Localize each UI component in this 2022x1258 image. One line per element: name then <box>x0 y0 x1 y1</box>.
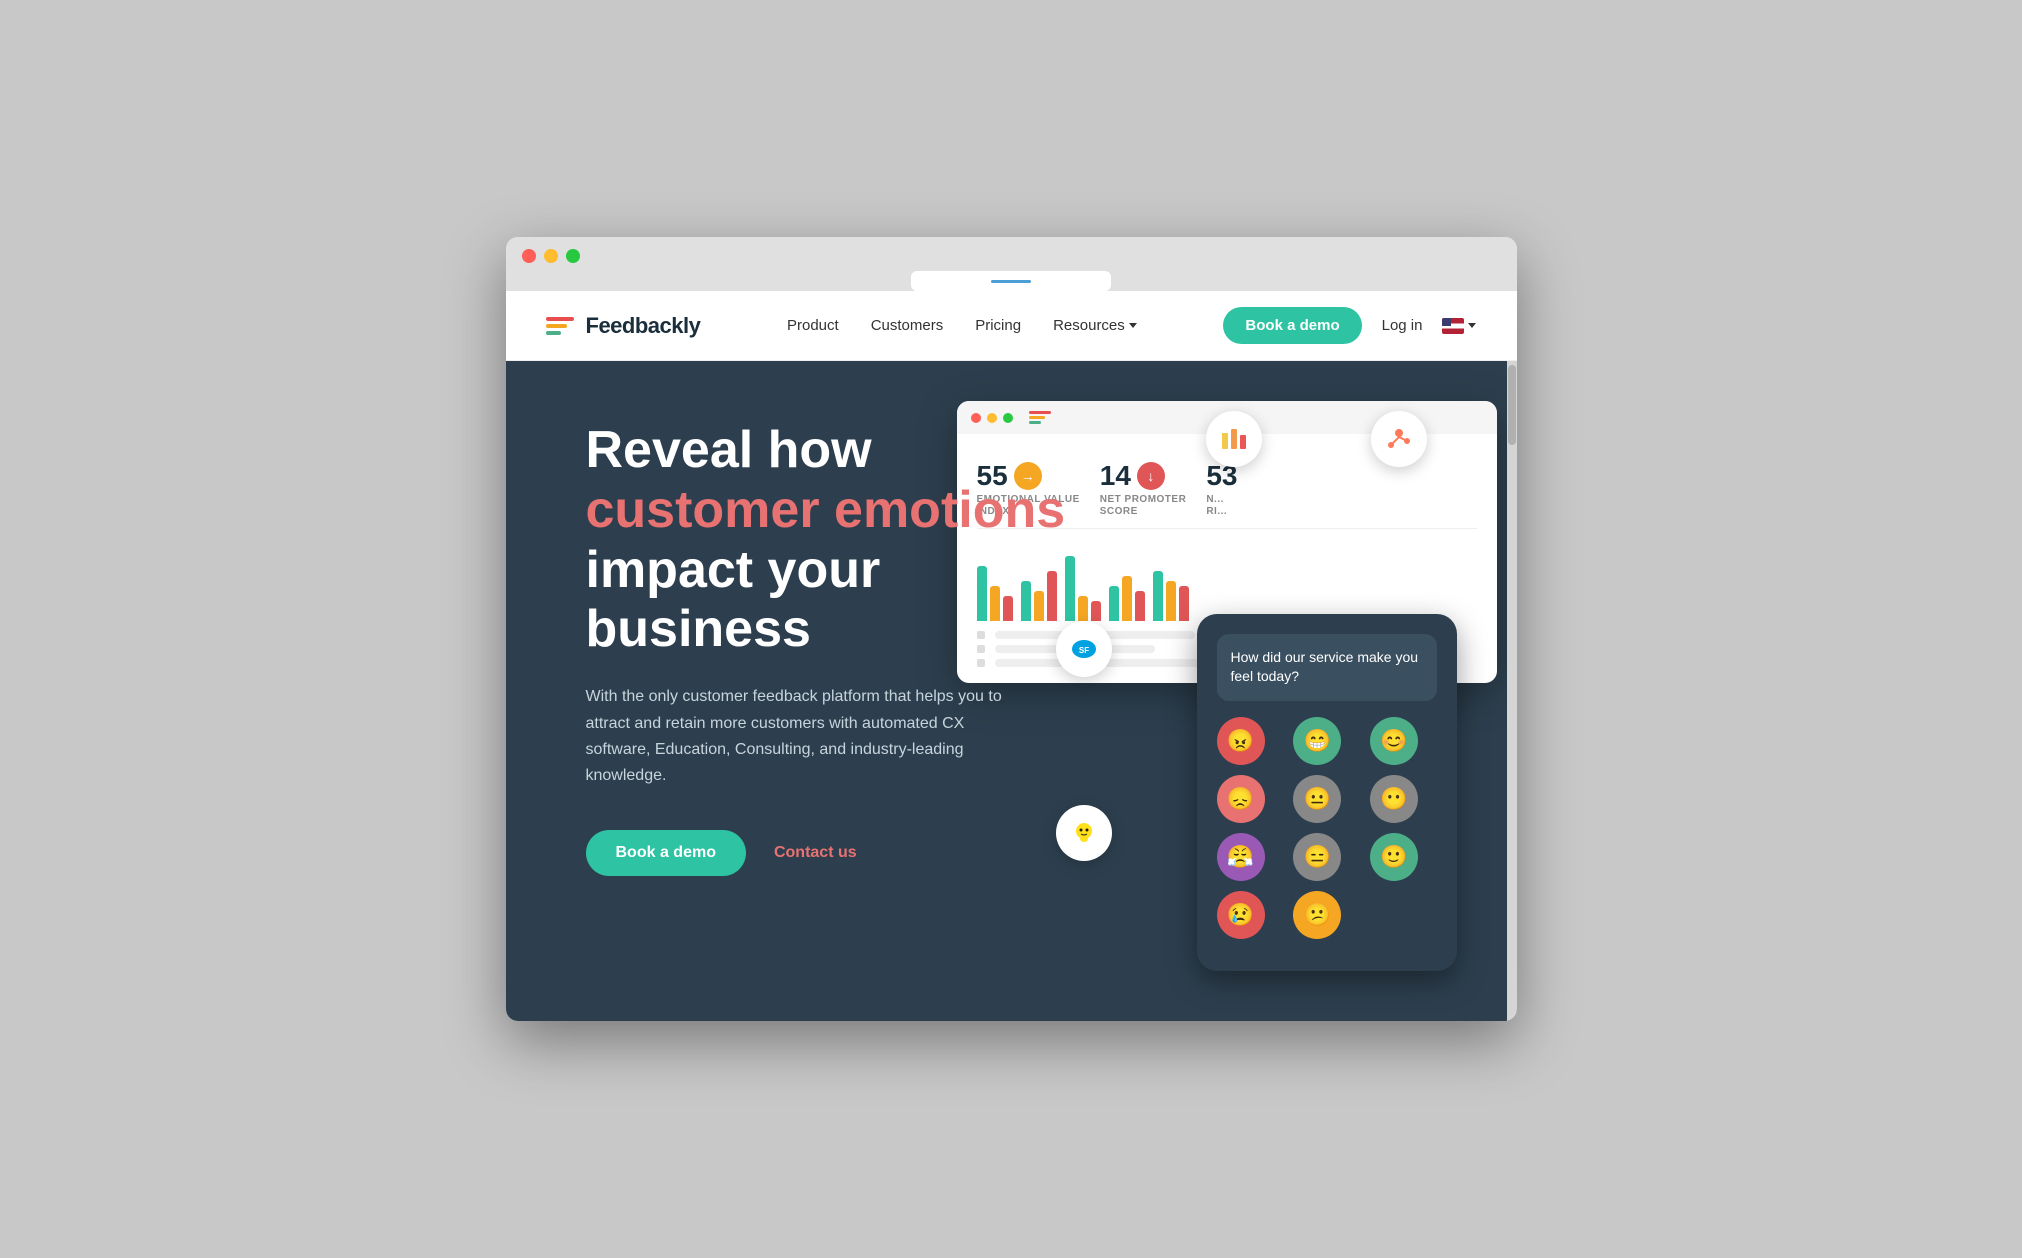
chart-bar-red-3 <box>1091 601 1101 621</box>
metric-nps: 14 ↓ NET PROMOTERSCORE <box>1100 460 1187 518</box>
logo-bar-1 <box>546 317 574 321</box>
logo-icon <box>546 317 574 335</box>
maximize-button[interactable] <box>566 249 580 263</box>
book-demo-button[interactable]: Book a demo <box>1223 307 1361 344</box>
traffic-lights <box>522 249 1501 263</box>
hero-title-highlight: customer emotions <box>586 481 1066 539</box>
nav-links: Product Customers Pricing Resources <box>787 317 1137 335</box>
emoji-btn-angry[interactable]: 😠 <box>1217 717 1265 765</box>
hero-title: Reveal how customer emotions impact your… <box>586 421 1066 660</box>
emoji-btn-smile[interactable]: 😊 <box>1370 717 1418 765</box>
lang-chevron-icon <box>1468 323 1476 328</box>
emoji-btn-cry[interactable]: 😢 <box>1217 891 1265 939</box>
nps-label: NET PROMOTERSCORE <box>1100 494 1187 518</box>
nav-actions: Book a demo Log in <box>1223 307 1476 344</box>
nav-resources[interactable]: Resources <box>1053 317 1137 334</box>
metric-extra: 53 N...RI... <box>1206 460 1237 518</box>
phone-mockup: How did our service make you feel today?… <box>1197 614 1457 971</box>
browser-chrome <box>506 237 1517 291</box>
language-selector[interactable] <box>1442 318 1476 334</box>
chart-bar-teal-5 <box>1153 571 1163 621</box>
login-button[interactable]: Log in <box>1382 317 1423 334</box>
address-bar[interactable] <box>911 271 1111 291</box>
nav-customers[interactable]: Customers <box>871 317 944 334</box>
logo-area: Feedbackly <box>546 313 701 339</box>
emoji-btn-frustrated[interactable]: 😤 <box>1217 833 1265 881</box>
hero-buttons: Book a demo Contact us <box>586 830 1066 876</box>
emoji-btn-sad[interactable]: 😞 <box>1217 775 1265 823</box>
emoji-btn-confuse[interactable]: 😕 <box>1293 891 1341 939</box>
chevron-down-icon <box>1129 323 1137 328</box>
hero-book-demo-button[interactable]: Book a demo <box>586 830 746 876</box>
navbar: Feedbackly Product Customers Pricing Res… <box>506 291 1517 361</box>
svg-text:SF: SF <box>1078 646 1088 655</box>
emoji-btn-happy[interactable]: 😁 <box>1293 717 1341 765</box>
logo-bar-2 <box>546 324 567 328</box>
chart-bar-yellow-5 <box>1166 581 1176 621</box>
emoji-btn-neutral[interactable]: 😐 <box>1293 775 1341 823</box>
emoji-btn-slight-smile[interactable]: 🙂 <box>1370 833 1418 881</box>
hubspot-integration-icon <box>1371 411 1427 467</box>
chart-bar-red-4 <box>1135 591 1145 621</box>
nps-arrow: ↓ <box>1137 462 1165 490</box>
hero-right: 55 → EMOTIONAL VALUEINDEX 14 ↓ NE <box>1066 421 1477 981</box>
nav-product[interactable]: Product <box>787 317 839 334</box>
chart-bar-teal-3 <box>1065 556 1075 621</box>
chart-bar-red-5 <box>1179 586 1189 621</box>
emoji-btn-expressionless[interactable]: 😑 <box>1293 833 1341 881</box>
extra-label: N...RI... <box>1206 494 1237 518</box>
close-button[interactable] <box>522 249 536 263</box>
browser-scrollbar[interactable] <box>1507 361 1517 1021</box>
hero-description: With the only customer feedback platform… <box>586 684 1006 790</box>
chart-bar-yellow-4 <box>1122 576 1132 621</box>
phone-question-bubble: How did our service make you feel today? <box>1217 634 1437 701</box>
logo-text: Feedbackly <box>586 313 701 339</box>
address-bar-indicator <box>991 280 1031 283</box>
browser-window: Feedbackly Product Customers Pricing Res… <box>506 237 1517 1021</box>
hero-left: Reveal how customer emotions impact your… <box>586 421 1066 981</box>
phone-question-text: How did our service make you feel today? <box>1231 648 1423 687</box>
powerbi-integration-icon <box>1206 411 1262 467</box>
browser-content: Feedbackly Product Customers Pricing Res… <box>506 291 1517 1021</box>
chart-bar-yellow-3 <box>1078 596 1088 621</box>
hero-section: Reveal how customer emotions impact your… <box>506 361 1517 1021</box>
chart-bar-teal-4 <box>1109 586 1119 621</box>
logo-bar-3 <box>546 331 561 335</box>
flag-icon <box>1442 318 1464 334</box>
emoji-btn-blank[interactable]: 😶 <box>1370 775 1418 823</box>
address-bar-row <box>522 271 1501 291</box>
nps-value: 14 <box>1100 460 1131 492</box>
emoji-grid: 😠 😁 😊 😞 😐 😶 😤 😑 🙂 😢 😕 <box>1217 717 1437 939</box>
nav-pricing[interactable]: Pricing <box>975 317 1021 334</box>
minimize-button[interactable] <box>544 249 558 263</box>
contact-us-button[interactable]: Contact us <box>774 844 857 862</box>
scrollbar-thumb <box>1508 365 1516 445</box>
